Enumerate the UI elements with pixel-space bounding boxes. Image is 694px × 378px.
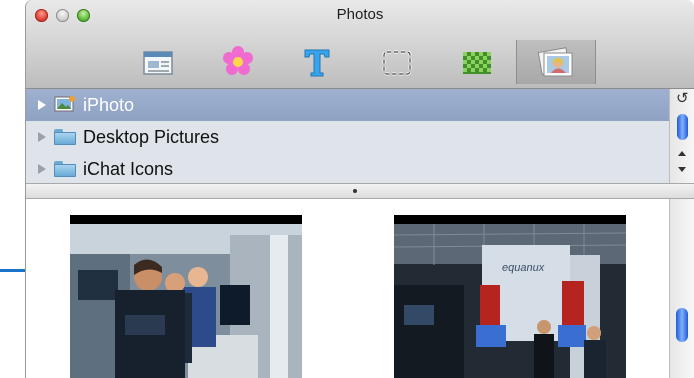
iphoto-icon xyxy=(54,96,75,112)
disclosure-triangle-icon[interactable] xyxy=(38,164,46,174)
photo-thumbnail[interactable]: equanux xyxy=(394,215,626,378)
folder-icon xyxy=(54,129,76,145)
divider-grip-icon[interactable] xyxy=(353,189,357,193)
scroll-up-arrow-icon[interactable] xyxy=(678,151,686,156)
layout-icon xyxy=(143,51,173,75)
photo-grid: equanux xyxy=(26,199,669,378)
source-list: iPhoto Desktop Pictures iChat Icons xyxy=(26,89,694,183)
toolbar-layout-button[interactable] xyxy=(133,40,183,84)
selection-icon xyxy=(382,50,412,76)
svg-text:equanux: equanux xyxy=(502,262,545,274)
flower-icon xyxy=(223,46,253,75)
scroll-thumb[interactable] xyxy=(676,308,688,342)
text-icon xyxy=(304,49,330,77)
photo-thumbnail[interactable] xyxy=(70,215,302,378)
source-item-label: iPhoto xyxy=(83,95,135,115)
toolbar-photos-button[interactable] xyxy=(516,40,596,84)
photos-window: Photos iPhoto Desktop Pictures iChat Ico… xyxy=(26,0,694,378)
photo-grid-scrollbar[interactable] xyxy=(669,199,694,378)
toolbar-text-button[interactable] xyxy=(292,40,342,84)
source-item-ichat-icons[interactable]: iChat Icons xyxy=(26,153,669,185)
photo-trade-show-booth: equanux xyxy=(394,215,626,378)
toolbar-texture-button[interactable] xyxy=(452,40,502,84)
source-item-label: iChat Icons xyxy=(83,159,174,179)
source-list-scrollbar[interactable]: ↺ xyxy=(669,89,694,183)
toolbar-selection-button[interactable] xyxy=(372,40,422,84)
toolbar-shapes-button[interactable] xyxy=(213,40,263,84)
source-item-iphoto[interactable]: iPhoto xyxy=(26,89,669,121)
split-view-divider[interactable] xyxy=(26,183,694,199)
photos-icon xyxy=(537,47,573,77)
scroll-thumb[interactable] xyxy=(677,114,688,140)
photo-trade-show-people xyxy=(70,215,302,378)
refresh-icon[interactable]: ↺ xyxy=(676,89,689,107)
window-title: Photos xyxy=(336,6,384,23)
title-bar: Photos xyxy=(26,0,694,89)
texture-icon xyxy=(463,52,491,74)
scroll-down-arrow-icon[interactable] xyxy=(678,167,686,172)
source-item-label: Desktop Pictures xyxy=(83,127,220,147)
source-item-desktop-pictures[interactable]: Desktop Pictures xyxy=(26,121,669,153)
folder-icon xyxy=(54,161,76,177)
disclosure-triangle-icon[interactable] xyxy=(38,100,46,110)
disclosure-triangle-icon[interactable] xyxy=(38,132,46,142)
